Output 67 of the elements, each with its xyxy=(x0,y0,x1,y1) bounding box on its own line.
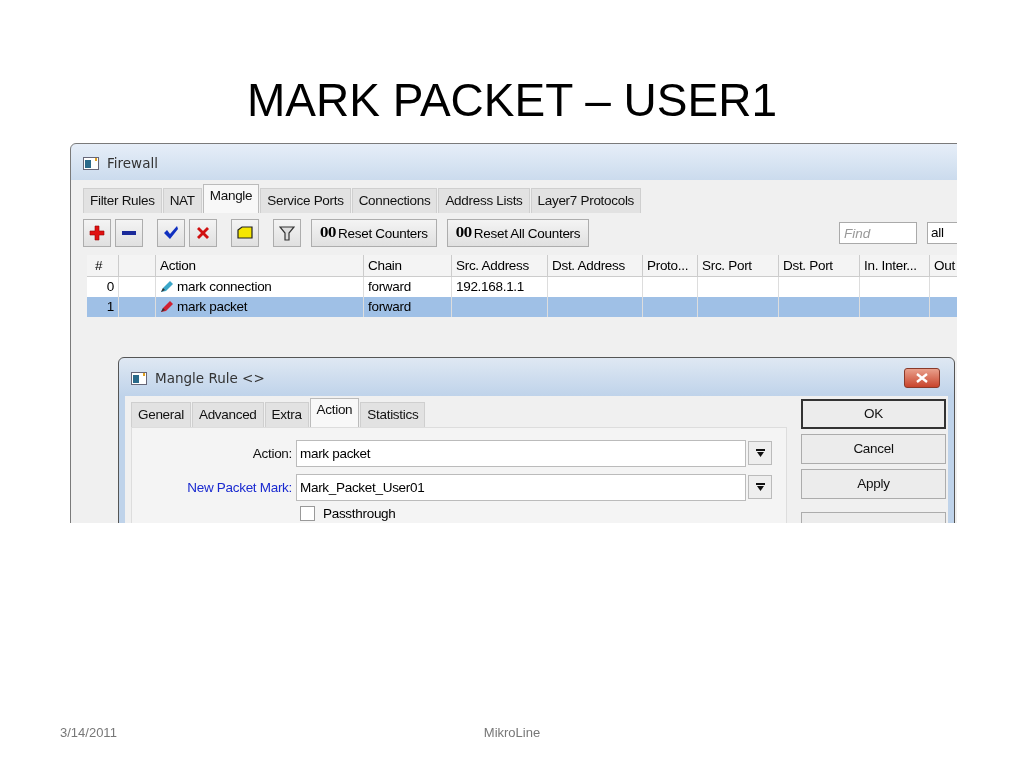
column-header[interactable]: Src. Port xyxy=(698,255,779,276)
window-title: Firewall xyxy=(107,155,158,171)
column-header[interactable]: Proto... xyxy=(643,255,698,276)
toolbar-button[interactable] xyxy=(83,219,111,247)
dropdown-button[interactable] xyxy=(748,441,772,465)
table-cell-text: mark connection xyxy=(177,278,272,296)
table-cell-text: forward xyxy=(368,278,411,296)
table-cell-text: 1 xyxy=(106,298,114,316)
table-row[interactable]: 1 mark packet forward xyxy=(87,297,957,317)
tab[interactable]: Filter Rules xyxy=(83,188,162,213)
close-icon xyxy=(916,373,928,383)
column-header[interactable]: Action xyxy=(156,255,364,276)
find-field[interactable]: Find xyxy=(839,222,917,244)
table-cell-text: mark packet xyxy=(177,298,248,316)
tab[interactable]: Advanced xyxy=(191,402,264,427)
text-field[interactable]: mark packet xyxy=(296,439,746,467)
tab[interactable]: Mangle xyxy=(202,184,260,213)
column-header[interactable]: Dst. Port xyxy=(779,255,860,276)
table-cell-text: 192.168.1.1 xyxy=(456,278,525,296)
check-icon xyxy=(163,225,179,241)
dropdown-button[interactable] xyxy=(748,475,772,499)
arrow-down-icon xyxy=(755,448,765,458)
slide-date: 3/14/2011 xyxy=(59,724,118,742)
slide-title: MARK PACKET – USER1 xyxy=(246,73,778,128)
toolbar-button[interactable] xyxy=(157,219,185,247)
dialog-button[interactable]: OK xyxy=(801,399,946,429)
toolbar-button[interactable] xyxy=(231,219,259,247)
column-header[interactable]: Chain xyxy=(364,255,452,276)
filter-icon xyxy=(279,225,295,241)
toolbar-button[interactable]: 00 Reset Counters xyxy=(311,219,437,247)
table-cell-text: 0 xyxy=(106,278,114,296)
tab[interactable]: Statistics xyxy=(360,402,426,427)
checkbox[interactable] xyxy=(300,506,315,521)
tab[interactable]: Layer7 Protocols xyxy=(530,188,642,213)
column-header[interactable]: Src. Address xyxy=(452,255,548,276)
tab[interactable]: Service Ports xyxy=(260,188,351,213)
toolbar-button[interactable]: 00 Reset All Counters xyxy=(446,219,590,247)
field-label: New Packet Mark: xyxy=(186,479,293,495)
toolbar-button[interactable] xyxy=(115,219,143,247)
toolbar-button[interactable] xyxy=(189,219,217,247)
checkbox-label: Passthrough xyxy=(323,506,396,521)
text-field[interactable]: Mark_Packet_User01 xyxy=(296,473,746,501)
column-header[interactable]: In. Inter... xyxy=(860,255,930,276)
filter-select[interactable]: all xyxy=(927,222,957,244)
plus-icon xyxy=(89,225,105,241)
dialog-button[interactable]: Cancel xyxy=(801,434,946,464)
cross-icon xyxy=(195,225,211,241)
tab[interactable]: Connections xyxy=(351,188,438,213)
window-icon xyxy=(83,156,99,170)
tab[interactable]: Action xyxy=(309,398,360,427)
column-header[interactable]: # xyxy=(87,255,119,276)
field-label: Action: xyxy=(251,445,293,461)
toolbar-button[interactable] xyxy=(273,219,301,247)
column-header[interactable]: Dst. Address xyxy=(548,255,643,276)
note-icon xyxy=(237,225,253,241)
tab[interactable]: Address Lists xyxy=(438,188,530,213)
window-icon xyxy=(131,371,147,385)
dialog-title: Mangle Rule <> xyxy=(155,370,265,386)
table-cell-text: forward xyxy=(368,298,411,316)
close-button[interactable] xyxy=(904,368,940,388)
tab[interactable]: NAT xyxy=(162,188,202,213)
arrow-down-icon xyxy=(755,482,765,492)
tab[interactable]: General xyxy=(131,402,191,427)
slide-footer: MikroLine xyxy=(341,723,683,743)
dialog-button[interactable]: Apply xyxy=(801,469,946,499)
tab[interactable]: Extra xyxy=(264,402,309,427)
column-header[interactable]: Out xyxy=(930,255,957,276)
